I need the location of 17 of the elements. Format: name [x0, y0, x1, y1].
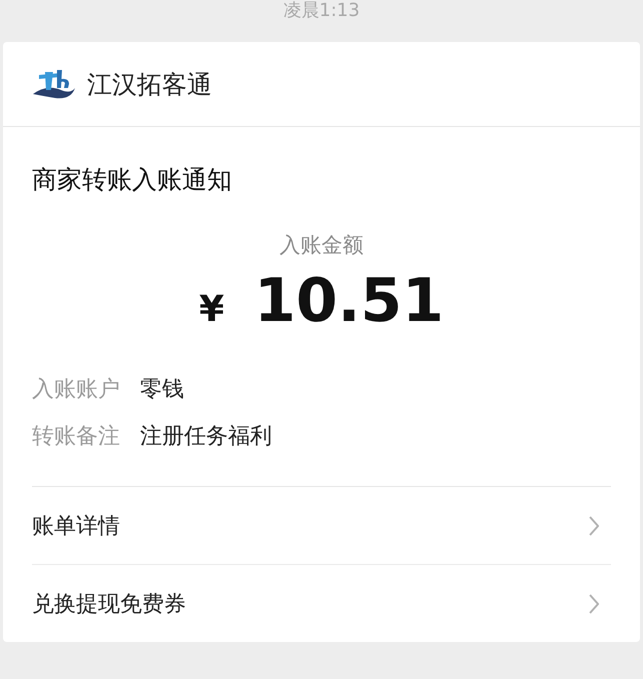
message-time: 凌晨1:13 — [282, 0, 361, 23]
chevron-right-icon — [589, 594, 599, 614]
link-label: 账单详情 — [32, 512, 120, 540]
notice-title: 商家转账入账通知 — [32, 164, 233, 196]
account-name: 江汉拓客通 — [87, 68, 212, 100]
link-row[interactable]: 兑换提现免费券 — [32, 565, 611, 642]
currency-symbol: ¥ — [199, 289, 224, 330]
link-label: 兑换提现免费券 — [32, 590, 186, 618]
amount-value: 10.51 — [254, 266, 444, 336]
chevron-right-icon — [589, 516, 599, 536]
message-card[interactable]: 江汉拓客通 商家转账入账通知 入账金额 ¥ 10.51 入账账户 零钱 转账备注 注册任务福利 账单详情 兑换提现免费券 — [3, 42, 640, 642]
detail-label: 转账备注 — [32, 423, 120, 451]
link-row[interactable]: 账单详情 — [32, 487, 611, 565]
detail-label: 入账账户 — [32, 376, 120, 404]
detail-value: 注册任务福利 — [140, 423, 272, 451]
amount-label: 入账金额 — [278, 232, 364, 259]
detail-value: 零钱 — [140, 376, 184, 404]
